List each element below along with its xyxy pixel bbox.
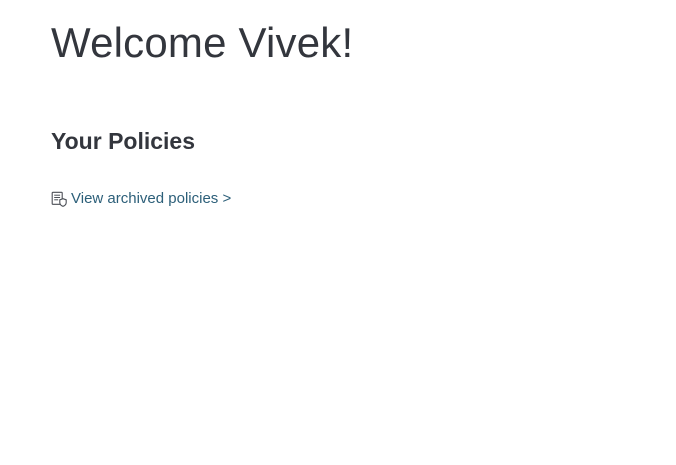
view-archived-policies-link[interactable]: View archived policies >	[51, 188, 231, 210]
dashboard-page: Welcome Vivek! Your Policies View archiv…	[0, 0, 676, 465]
your-policies-heading: Your Policies	[51, 128, 196, 154]
archived-policy-document-icon	[51, 191, 67, 207]
view-archived-policies-label[interactable]: View archived policies >	[71, 189, 231, 209]
welcome-heading: Welcome Vivek!	[51, 19, 354, 66]
